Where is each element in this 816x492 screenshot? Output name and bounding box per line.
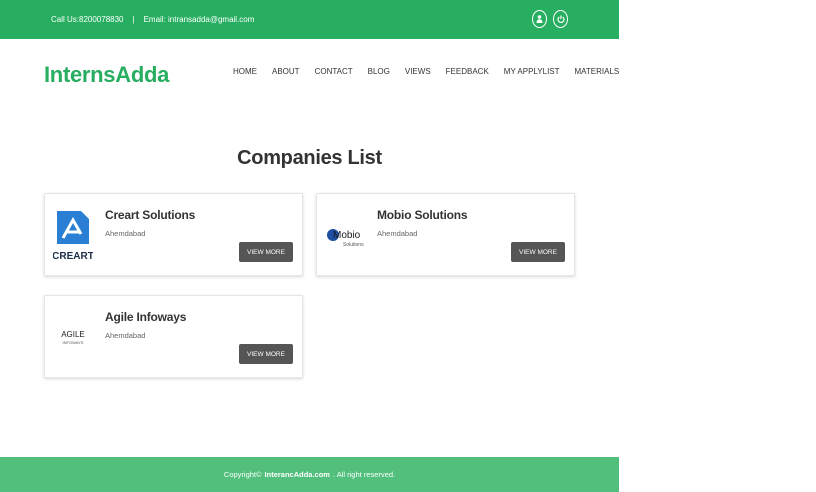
svg-text:Solutions: Solutions	[343, 242, 364, 248]
svg-text:CREART: CREART	[53, 251, 93, 262]
separator: |	[132, 15, 135, 24]
nav-materials[interactable]: MATERIALS	[575, 67, 620, 76]
svg-text:Mobio: Mobio	[333, 230, 361, 241]
nav-contact[interactable]: CONTACT	[315, 67, 353, 76]
nav-feedback[interactable]: FEEDBACK	[446, 67, 489, 76]
page: Call Us:8200078830 | Email: intransadda@…	[0, 0, 816, 492]
main-nav: HOME ABOUT CONTACT BLOG VIEWS FEEDBACK M…	[233, 67, 619, 76]
nav-blog[interactable]: BLOG	[368, 67, 390, 76]
company-card: CREART Creart Solutions Ahemdabad VIEW M…	[44, 193, 303, 276]
copyright-suffix: . All right reserved.	[332, 470, 396, 479]
company-logo-mobio: Mobio Solutions	[325, 208, 365, 264]
nav-about[interactable]: ABOUT	[272, 67, 300, 76]
page-title: Companies List	[237, 147, 382, 169]
company-logo-agile: AGILE INFOWAYS	[53, 310, 93, 366]
nav-home[interactable]: HOME	[233, 67, 257, 76]
company-city: Ahemdabad	[105, 331, 146, 340]
company-logo-creart: CREART	[53, 208, 93, 264]
contact-info: Call Us:8200078830 | Email: intransadda@…	[51, 15, 254, 24]
footer: Copyright© InterancAdda.com . All right …	[0, 457, 619, 492]
user-icon[interactable]	[532, 10, 547, 28]
svg-text:INFOWAYS: INFOWAYS	[63, 340, 84, 345]
view-more-button[interactable]: VIEW MORE	[239, 344, 293, 364]
view-more-button[interactable]: VIEW MORE	[511, 242, 565, 262]
svg-text:AGILE: AGILE	[61, 330, 85, 339]
nav-views[interactable]: VIEWS	[405, 67, 431, 76]
company-card: AGILE INFOWAYS Agile Infoways Ahemdabad …	[44, 295, 303, 378]
copyright-prefix: Copyright©	[223, 470, 262, 479]
top-icons	[532, 10, 568, 28]
company-name: Creart Solutions	[105, 208, 196, 222]
top-bar: Call Us:8200078830 | Email: intransadda@…	[0, 0, 619, 39]
power-icon[interactable]	[553, 10, 568, 28]
nav-my-applylist[interactable]: MY APPLYLIST	[504, 67, 560, 76]
email-text: Email: intransadda@gmail.com	[143, 15, 255, 24]
company-name: Mobio Solutions	[377, 208, 468, 222]
company-name: Agile Infoways	[105, 310, 187, 324]
site-logo[interactable]: InternsAdda	[44, 62, 169, 88]
phone-text: Call Us:8200078830	[51, 15, 124, 24]
company-card: Mobio Solutions Mobio Solutions Ahemdaba…	[316, 193, 575, 276]
company-city: Ahemdabad	[377, 229, 418, 238]
view-more-button[interactable]: VIEW MORE	[239, 242, 293, 262]
header: InternsAdda HOME ABOUT CONTACT BLOG VIEW…	[0, 39, 619, 109]
company-city: Ahemdabad	[105, 229, 146, 238]
footer-brand-link[interactable]: InterancAdda.com	[265, 470, 330, 479]
